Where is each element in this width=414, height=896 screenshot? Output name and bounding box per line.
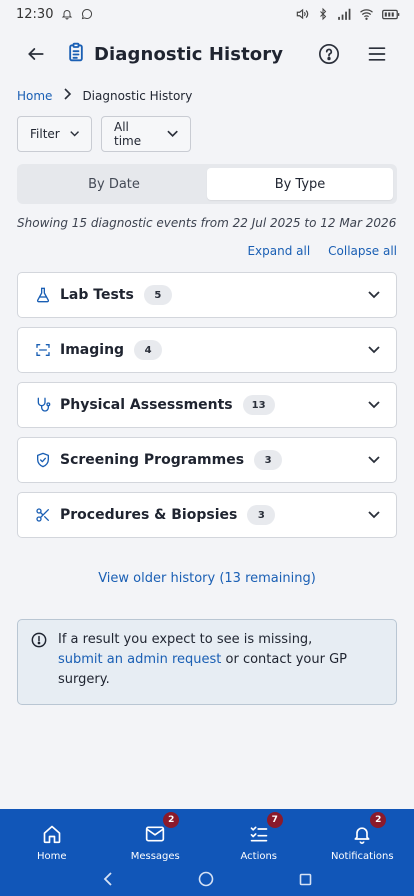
system-home-button[interactable] (198, 871, 214, 891)
chevron-down-icon (368, 511, 380, 519)
clipboard-icon (66, 41, 86, 67)
nav-home[interactable]: Home (0, 809, 104, 865)
checklist-icon (250, 826, 268, 842)
accordion-lab-tests[interactable]: Lab Tests 5 (17, 272, 397, 318)
checklist-icon-wrap: 7 (249, 812, 283, 847)
accordion-physical-assessments[interactable]: Physical Assessments 13 (17, 382, 397, 428)
stethoscope-icon (34, 396, 52, 414)
filter-row: Filter All time (17, 116, 191, 152)
nav-label: Home (36, 851, 67, 862)
chevron-down-icon (368, 456, 380, 464)
time-range-dropdown[interactable]: All time (101, 116, 191, 152)
accordion-label: Procedures & Biopsies (60, 507, 238, 523)
admin-request-link[interactable]: submit an admin request (58, 652, 221, 667)
volume-status-icon (295, 7, 309, 21)
flask-icon (34, 286, 52, 304)
nav-notifications[interactable]: 2 Notifications (311, 809, 414, 865)
bell-icon (354, 827, 370, 844)
bluetooth-status-icon (317, 7, 329, 21)
breadcrumb-home-link[interactable]: Home (17, 89, 52, 103)
accordion-label: Imaging (60, 342, 125, 358)
mail-icon (146, 826, 165, 842)
nav-messages[interactable]: 2 Messages (104, 809, 208, 865)
system-navigation-bar (0, 865, 414, 896)
unread-badge: 2 (163, 812, 180, 828)
category-accordion-list: Lab Tests 5 Imaging 4 Physical Assessmen… (17, 272, 397, 538)
scissors-icon (34, 506, 52, 524)
header-actions (312, 37, 394, 71)
system-home-icon (199, 871, 214, 886)
chevron-right-icon (62, 88, 72, 103)
nav-actions[interactable]: 7 Actions (207, 809, 311, 865)
expand-all-link[interactable]: Expand all (247, 244, 310, 258)
help-icon (319, 44, 339, 64)
chevron-down-icon (368, 291, 380, 299)
filter-dropdown[interactable]: Filter (17, 116, 92, 152)
system-back-icon (103, 872, 112, 886)
wifi-status-icon (359, 8, 374, 20)
actions-badge: 7 (266, 812, 283, 828)
accordion-label: Physical Assessments (60, 397, 233, 413)
hamburger-menu-icon (368, 47, 386, 61)
notification-bell-status-icon (61, 8, 73, 20)
view-toggle: By Date By Type (17, 164, 397, 204)
accordion-label: Screening Programmes (60, 452, 245, 468)
back-button[interactable] (18, 36, 54, 72)
status-time: 12:30 (16, 6, 54, 22)
bell-icon-wrap: 2 (352, 812, 387, 847)
missing-result-info-box: If a result you expect to see is missing… (17, 619, 397, 705)
count-badge: 4 (134, 340, 163, 360)
info-text-before: If a result you expect to see is missing… (58, 632, 313, 647)
count-badge: 13 (242, 395, 275, 415)
filter-dropdown-label: Filter (30, 127, 60, 141)
home-icon-wrap (42, 824, 62, 847)
system-back-button[interactable] (102, 871, 114, 890)
status-left: 12:30 (16, 7, 93, 22)
status-bar: 12:30 (0, 0, 414, 28)
summary-text: Showing 15 diagnostic events from 22 Jul… (17, 216, 397, 230)
mail-icon-wrap: 2 (145, 812, 180, 847)
view-older-history-link[interactable]: View older history (13 remaining) (0, 571, 414, 586)
bottom-navigation: Home 2 Messages 7 Actions 2 Notification… (0, 809, 414, 896)
chevron-down-icon (368, 401, 380, 409)
menu-button[interactable] (360, 37, 394, 71)
expand-collapse-controls: Expand all Collapse all (247, 244, 397, 258)
breadcrumb-current: Diagnostic History (82, 88, 193, 103)
arrow-left-icon (28, 48, 44, 60)
notifications-badge: 2 (370, 812, 387, 828)
signal-status-icon (337, 8, 351, 20)
collapse-all-link[interactable]: Collapse all (328, 244, 397, 258)
system-recents-icon (299, 873, 312, 886)
status-right (295, 7, 400, 21)
accordion-imaging[interactable]: Imaging 4 (17, 327, 397, 373)
battery-status-icon (382, 9, 400, 20)
scan-icon (34, 341, 52, 359)
breadcrumb: Home Diagnostic History (17, 88, 192, 103)
chat-bubble-status-icon (81, 8, 93, 20)
chevron-down-icon (368, 346, 380, 354)
nav-label: Actions (240, 851, 278, 862)
page-title: Diagnostic History (94, 43, 284, 65)
time-range-label: All time (114, 120, 142, 148)
nav-label: Notifications (330, 851, 394, 862)
accordion-screening-programmes[interactable]: Screening Programmes 3 (17, 437, 397, 483)
tab-by-type[interactable]: By Type (207, 168, 393, 200)
count-badge: 3 (247, 505, 276, 525)
nav-items: Home 2 Messages 7 Actions 2 Notification… (0, 809, 414, 865)
count-badge: 5 (143, 285, 172, 305)
accordion-label: Lab Tests (60, 287, 134, 303)
chevron-down-icon (167, 130, 178, 138)
tab-by-date[interactable]: By Date (21, 168, 207, 200)
chevron-down-icon (69, 131, 79, 137)
shield-check-icon (34, 451, 52, 469)
title-wrap: Diagnostic History (66, 41, 283, 67)
accordion-procedures-biopsies[interactable]: Procedures & Biopsies 3 (17, 492, 397, 538)
system-recents-button[interactable] (299, 871, 312, 890)
count-badge: 3 (254, 450, 283, 470)
help-button[interactable] (312, 37, 346, 71)
app-header: Diagnostic History (0, 34, 414, 74)
nav-label: Messages (130, 851, 180, 862)
home-icon (43, 825, 61, 844)
alert-circle-icon (31, 632, 47, 655)
